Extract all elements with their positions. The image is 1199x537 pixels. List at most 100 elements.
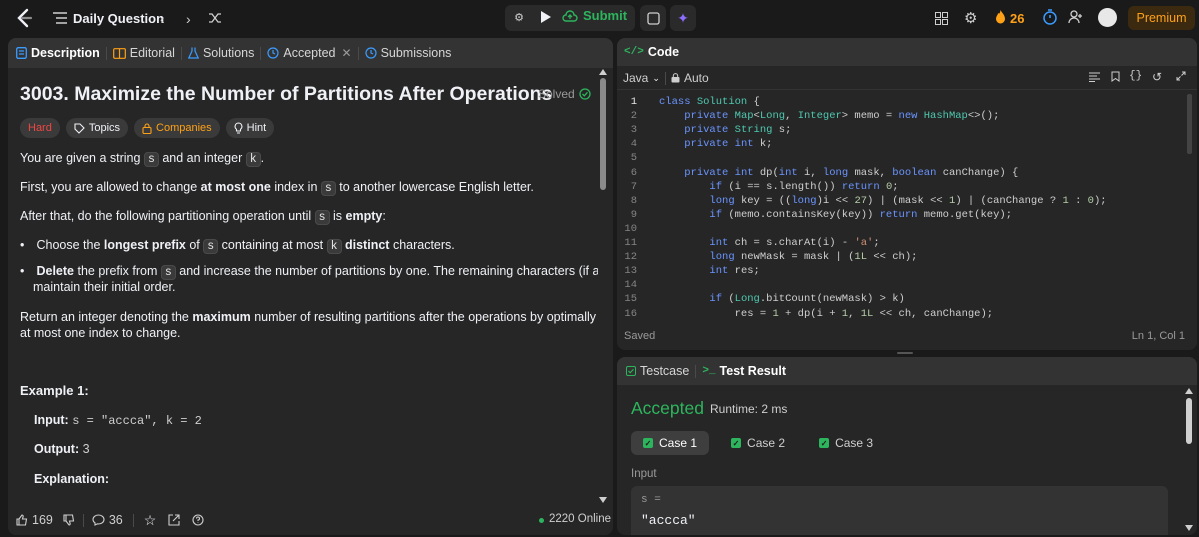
timer-icon[interactable] (1043, 9, 1057, 25)
scroll-thumb[interactable] (600, 78, 606, 190)
run-icon[interactable] (540, 10, 552, 24)
problem-list-icon[interactable] (53, 11, 67, 25)
code-line[interactable]: 13 int res; (617, 264, 1187, 278)
format-icon[interactable] (1089, 72, 1100, 82)
braces-icon[interactable]: {} (1129, 70, 1142, 82)
code-line[interactable]: 14 (617, 278, 1187, 292)
tab-submissions[interactable]: Submissions (359, 46, 458, 60)
code-line[interactable]: 15 if (Long.bitCount(newMask) > k) (617, 292, 1187, 306)
tab-editorial[interactable]: Editorial (107, 46, 181, 60)
scroll-up-arrow[interactable] (599, 69, 607, 75)
avatar[interactable] (1098, 8, 1117, 27)
tab-accepted[interactable]: Accepted ✕ (261, 46, 357, 60)
submit-button[interactable]: Submit (562, 8, 627, 23)
inline-code: k (245, 152, 261, 167)
tab-solutions[interactable]: Solutions (182, 46, 260, 60)
text: Return an integer denoting the (20, 310, 189, 324)
code-line[interactable]: 10 (617, 222, 1187, 236)
history-icon (364, 47, 377, 59)
code-line[interactable]: 8 long key = ((long)i << 27) | (mask << … (617, 194, 1187, 208)
line-text: private int dp(int i, long mask, boolean… (684, 166, 1019, 179)
daily-question-title[interactable]: Daily Question (73, 11, 164, 26)
flame-icon[interactable] (995, 10, 1006, 24)
example-explanation: Explanation: (34, 472, 110, 486)
text: the prefix from (77, 264, 158, 278)
tab-description[interactable]: Description (8, 46, 106, 60)
expand-icon[interactable] (1176, 71, 1186, 81)
code-editor[interactable]: 1 class Solution {2 private Map<Long, Int… (617, 95, 1187, 319)
thumbs-down-icon[interactable] (63, 514, 75, 526)
close-icon[interactable]: ✕ (342, 46, 352, 60)
paragraph-2: First, you are allowed to change at most… (20, 180, 534, 196)
scroll-down-arrow[interactable] (1185, 525, 1193, 531)
code-line[interactable]: 5 (617, 151, 1187, 165)
problem-title[interactable]: 3003. Maximize the Number of Partitions … (20, 83, 552, 106)
line-number: 3 (630, 124, 637, 137)
help-icon[interactable] (192, 514, 204, 526)
editor-scrollbar[interactable] (1187, 94, 1193, 294)
panel-resize-handle[interactable] (897, 352, 913, 354)
debug-icon[interactable]: ⚙ (512, 10, 526, 24)
chevron-left-icon[interactable]: ‹ (160, 11, 165, 27)
paragraph-1: You are given a string s and an integer … (20, 151, 265, 167)
code-line[interactable]: 11 int ch = s.charAt(i) - 'a'; (617, 236, 1187, 250)
case-2-tab[interactable]: ✓ Case 2 (719, 431, 797, 455)
history-icon (267, 47, 279, 59)
line-number: 1 (630, 96, 637, 108)
check-icon: ✓ (819, 438, 830, 448)
streak-count: 26 (1010, 11, 1025, 26)
companies-tag[interactable]: Companies (134, 118, 220, 138)
comment-icon[interactable] (92, 514, 105, 526)
code-line[interactable]: 9 if (memo.containsKey(key)) return memo… (617, 208, 1187, 222)
result-panel: Testcase >_ Test Result Accepted Runtime… (617, 357, 1197, 535)
premium-button[interactable]: Premium (1128, 6, 1195, 30)
result-scrollbar[interactable] (1183, 385, 1195, 535)
case-1-tab[interactable]: ✓ Case 1 (631, 431, 710, 455)
tab-description-label: Description (31, 46, 100, 60)
star-icon[interactable]: ☆ (144, 512, 157, 529)
shuffle-icon[interactable] (208, 11, 222, 25)
result-status: Accepted (631, 398, 704, 418)
add-friend-icon[interactable] (1068, 10, 1084, 24)
code-line[interactable]: 12 long newMask = mask | (1L << ch); (617, 250, 1187, 264)
lock-icon (671, 73, 680, 83)
code-line[interactable]: 2 private Map<Long, Integer> memo = new … (617, 109, 1187, 123)
text: index in (274, 180, 318, 194)
hint-tag[interactable]: Hint (225, 118, 275, 138)
tab-testcase[interactable]: Testcase (617, 364, 695, 378)
bookmark-icon[interactable] (1111, 71, 1120, 82)
leetcode-logo-icon[interactable] (14, 8, 34, 28)
ai-button[interactable]: ✦ (670, 5, 696, 31)
description-scrollbar[interactable] (598, 68, 608, 505)
thumbs-up-icon[interactable] (16, 514, 28, 526)
scroll-down-arrow[interactable] (599, 497, 607, 503)
code-line[interactable]: 3 private String s; (617, 123, 1187, 137)
line-number: 5 (630, 152, 637, 165)
saved-status: Saved (624, 330, 656, 342)
auto-mode[interactable]: Auto (671, 71, 709, 85)
code-line[interactable]: 4 private int k; (617, 137, 1187, 151)
tab-test-result[interactable]: >_ Test Result (696, 364, 792, 378)
language-select[interactable]: Java ⌄ (623, 71, 660, 85)
layout-icon[interactable] (934, 11, 948, 25)
tab-code[interactable]: </> Code (617, 45, 685, 59)
share-icon[interactable] (168, 514, 180, 526)
code-line[interactable]: 1 class Solution { (617, 95, 1187, 109)
scroll-up-arrow[interactable] (1185, 388, 1193, 394)
code-line[interactable]: 16 res = 1 + dp(i + 1, 1L << ch, canChan… (617, 307, 1187, 320)
line-number: 8 (630, 194, 637, 207)
code-line[interactable]: 6 private int dp(int i, long mask, boole… (617, 166, 1187, 180)
editor-scroll-thumb[interactable] (1187, 94, 1192, 154)
period: . (260, 151, 265, 165)
code-line[interactable]: 7 if (i == s.length()) return 0; (617, 180, 1187, 194)
line-text: res = 1 + dp(i + 1, 1L << ch, canChange)… (734, 307, 994, 320)
bold-text: distinct (345, 238, 390, 252)
chevron-right-icon[interactable]: › (186, 11, 191, 27)
settings-gear-icon[interactable]: ⚙ (964, 9, 977, 27)
scroll-thumb[interactable] (1186, 398, 1192, 444)
reset-icon[interactable]: ↺ (1152, 70, 1162, 84)
notes-button[interactable] (640, 5, 666, 31)
topics-tag[interactable]: Topics (65, 118, 129, 138)
case-3-tab[interactable]: ✓ Case 3 (807, 431, 885, 455)
input-value: s = "accca", k = 2 (72, 414, 202, 428)
